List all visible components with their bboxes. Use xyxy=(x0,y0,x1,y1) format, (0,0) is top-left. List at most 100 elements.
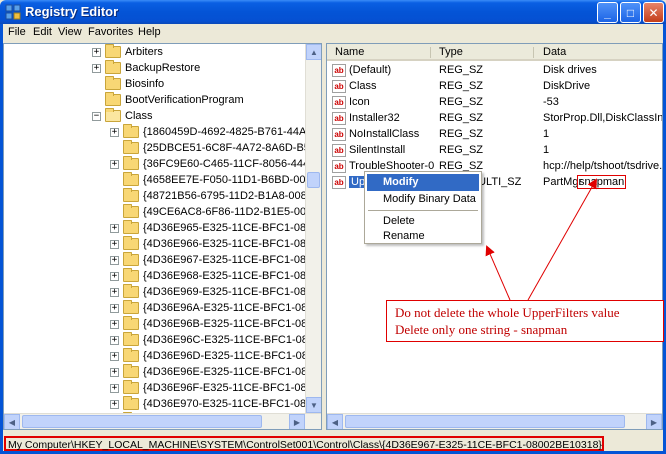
tree-item-label: Arbiters xyxy=(125,46,163,58)
value-row[interactable]: ab Icon REG_SZ -53 xyxy=(327,95,662,111)
close-button[interactable]: ✕ xyxy=(643,2,664,23)
tree-item-class-subkey[interactable]: + {4D36E970-E325-11CE-BFC1-08002BE1 xyxy=(110,396,321,412)
tree-hscroll-thumb[interactable] xyxy=(22,415,262,428)
value-type: REG_SZ xyxy=(439,80,484,92)
expand-icon[interactable]: + xyxy=(110,367,119,377)
tree-item-class-subkey[interactable]: + {4D36E966-E325-11CE-BFC1-08002BE1 xyxy=(110,236,321,252)
value-row[interactable]: ab Class REG_SZ DiskDrive xyxy=(327,79,662,95)
tree-item-class-subkey[interactable]: + {1860459D-4692-4825-B761-44A72599 xyxy=(110,124,321,140)
expand-icon[interactable]: + xyxy=(110,383,119,393)
string-value-icon: ab xyxy=(332,112,346,125)
folder-icon xyxy=(123,300,139,314)
tree-vertical-scrollbar[interactable]: ▲ ▼ xyxy=(305,44,321,429)
tree-item-class-subkey[interactable]: + {4D36E96B-E325-11CE-BFC1-08002BE1 xyxy=(110,316,321,332)
tree-item-class-subkey[interactable]: + {4D36E965-E325-11CE-BFC1-08002BE1 xyxy=(110,220,321,236)
minimize-button[interactable]: _ xyxy=(597,2,618,23)
key-tree-pane[interactable]: + Arbiters + BackupRestore Biosinfo Boot… xyxy=(3,43,322,430)
expand-icon[interactable]: + xyxy=(110,335,119,345)
menu-help[interactable]: Help xyxy=(138,26,161,38)
value-row[interactable]: ab NoInstallClass REG_SZ 1 xyxy=(327,127,662,143)
tree-item-class-subkey[interactable]: + {36FC9E60-C465-11CF-8056-44455354 xyxy=(110,156,321,172)
folder-icon xyxy=(105,44,121,58)
scroll-right-icon[interactable]: ▶ xyxy=(289,414,305,429)
folder-icon xyxy=(123,124,139,138)
tree-item-class-subkey[interactable]: {25DBCE51-6C8F-4A72-8A6D-B54C2B4 xyxy=(110,140,321,156)
folder-icon xyxy=(123,348,139,362)
expand-icon[interactable]: + xyxy=(110,159,119,169)
menu-view[interactable]: View xyxy=(58,26,82,38)
tree-item-class-subkey[interactable]: {4658EE7E-F050-11D1-B6BD-00C04FA3 xyxy=(110,172,321,188)
context-menu: Modify Modify Binary Data Delete Rename xyxy=(364,171,482,244)
string-value-icon: ab xyxy=(332,64,346,77)
value-type: REG_SZ xyxy=(439,128,484,140)
scroll-up-icon[interactable]: ▲ xyxy=(306,44,321,60)
tree-item-class-subkey[interactable]: + {4D36E96E-E325-11CE-BFC1-08002BE1 xyxy=(110,364,321,380)
tree-item-biosinfo[interactable]: Biosinfo xyxy=(92,76,164,92)
tree-horizontal-scrollbar[interactable]: ◀ ▶ xyxy=(4,413,321,429)
value-data: hcp://help/tshoot/tsdrive.htm xyxy=(543,160,663,172)
expand-icon[interactable]: + xyxy=(110,399,119,409)
expand-icon[interactable]: + xyxy=(110,223,119,233)
tree-item-class-subkey[interactable]: + {4D36E969-E325-11CE-BFC1-08002BE1 xyxy=(110,284,321,300)
tree-item-label: {4D36E967-E325-11CE-BFC1-08002BE1 xyxy=(143,254,321,266)
expand-icon[interactable]: + xyxy=(110,255,119,265)
tree-item-class[interactable]: − Class xyxy=(92,108,153,124)
expand-icon[interactable]: + xyxy=(92,47,101,57)
tree-item-label: {48721B56-6795-11D2-B1A8-0080C72E xyxy=(143,190,322,202)
list-horizontal-scrollbar[interactable]: ◀ ▶ xyxy=(327,413,662,429)
tree-item-label: {4D36E96C-E325-11CE-BFC1-08002BE1 xyxy=(143,334,321,346)
menu-item-rename[interactable]: Rename xyxy=(367,228,479,245)
scroll-left-icon[interactable]: ◀ xyxy=(327,414,343,429)
tree-item-label: BackupRestore xyxy=(125,62,201,74)
maximize-button[interactable]: □ xyxy=(620,2,641,23)
tree-item-label: {4D36E965-E325-11CE-BFC1-08002BE1 xyxy=(143,222,321,234)
tree-item-class-subkey[interactable]: + {4D36E968-E325-11CE-BFC1-08002BE1 xyxy=(110,268,321,284)
string-value-icon: ab xyxy=(332,144,346,157)
expand-icon[interactable]: + xyxy=(110,351,119,361)
folder-icon xyxy=(123,156,139,170)
menu-favorites[interactable]: Favorites xyxy=(88,26,133,38)
tree-item-class-subkey[interactable]: {48721B56-6795-11D2-B1A8-0080C72E xyxy=(110,188,322,204)
scroll-left-icon[interactable]: ◀ xyxy=(4,414,20,429)
scroll-down-icon[interactable]: ▼ xyxy=(306,397,321,413)
tree-item-backuprestore[interactable]: + BackupRestore xyxy=(92,60,200,76)
folder-icon xyxy=(123,204,139,218)
tree-item-class-subkey[interactable]: + {4D36E967-E325-11CE-BFC1-08002BE1 xyxy=(110,252,321,268)
folder-icon xyxy=(123,316,139,330)
expand-icon[interactable]: + xyxy=(110,271,119,281)
expand-icon[interactable]: + xyxy=(92,63,101,73)
column-type[interactable]: Type xyxy=(439,46,463,58)
tree-item-arbiters[interactable]: + Arbiters xyxy=(92,44,163,60)
close-icon: ✕ xyxy=(648,5,659,20)
menu-item-modify-binary-data[interactable]: Modify Binary Data xyxy=(367,191,479,208)
menu-file[interactable]: File xyxy=(8,26,26,38)
string-value-icon: ab xyxy=(332,176,346,189)
menu-item-modify[interactable]: Modify xyxy=(367,174,479,191)
list-hscroll-thumb[interactable] xyxy=(345,415,625,428)
tree-item-class-subkey[interactable]: {49CE6AC8-6F86-11D2-B1E5-0080C72E xyxy=(110,204,321,220)
column-data[interactable]: Data xyxy=(543,46,566,58)
column-name[interactable]: Name xyxy=(335,46,364,58)
string-value-icon: ab xyxy=(332,160,346,173)
tree-item-label: {4658EE7E-F050-11D1-B6BD-00C04FA3 xyxy=(143,174,321,186)
folder-icon xyxy=(105,92,121,106)
expand-icon[interactable]: + xyxy=(110,303,119,313)
expand-icon[interactable]: + xyxy=(110,287,119,297)
tree-item-label: {4D36E966-E325-11CE-BFC1-08002BE1 xyxy=(143,238,321,250)
menu-edit[interactable]: Edit xyxy=(33,26,52,38)
collapse-icon[interactable]: − xyxy=(92,111,101,121)
tree-item-class-subkey[interactable]: + {4D36E96A-E325-11CE-BFC1-08002BE1 xyxy=(110,300,321,316)
tree-scroll-thumb[interactable] xyxy=(307,172,320,188)
expand-icon[interactable]: + xyxy=(110,127,119,137)
tree-item-bootverificationprogram[interactable]: BootVerificationProgram xyxy=(92,92,244,108)
value-row[interactable]: ab (Default) REG_SZ Disk drives xyxy=(327,63,662,79)
scroll-right-icon[interactable]: ▶ xyxy=(646,414,662,429)
expand-icon[interactable]: + xyxy=(110,239,119,249)
tree-item-class-subkey[interactable]: + {4D36E96D-E325-11CE-BFC1-08002BE1 xyxy=(110,348,321,364)
tree-item-class-subkey[interactable]: + {4D36E96F-E325-11CE-BFC1-08002BE1 xyxy=(110,380,321,396)
tree-item-class-subkey[interactable]: + {4D36E96C-E325-11CE-BFC1-08002BE1 xyxy=(110,332,321,348)
title-bar: Registry Editor _ □ ✕ xyxy=(0,0,666,24)
value-row[interactable]: ab Installer32 REG_SZ StorProp.Dll,DiskClas… xyxy=(327,111,662,127)
expand-icon[interactable]: + xyxy=(110,319,119,329)
value-row[interactable]: ab SilentInstall REG_SZ 1 xyxy=(327,143,662,159)
